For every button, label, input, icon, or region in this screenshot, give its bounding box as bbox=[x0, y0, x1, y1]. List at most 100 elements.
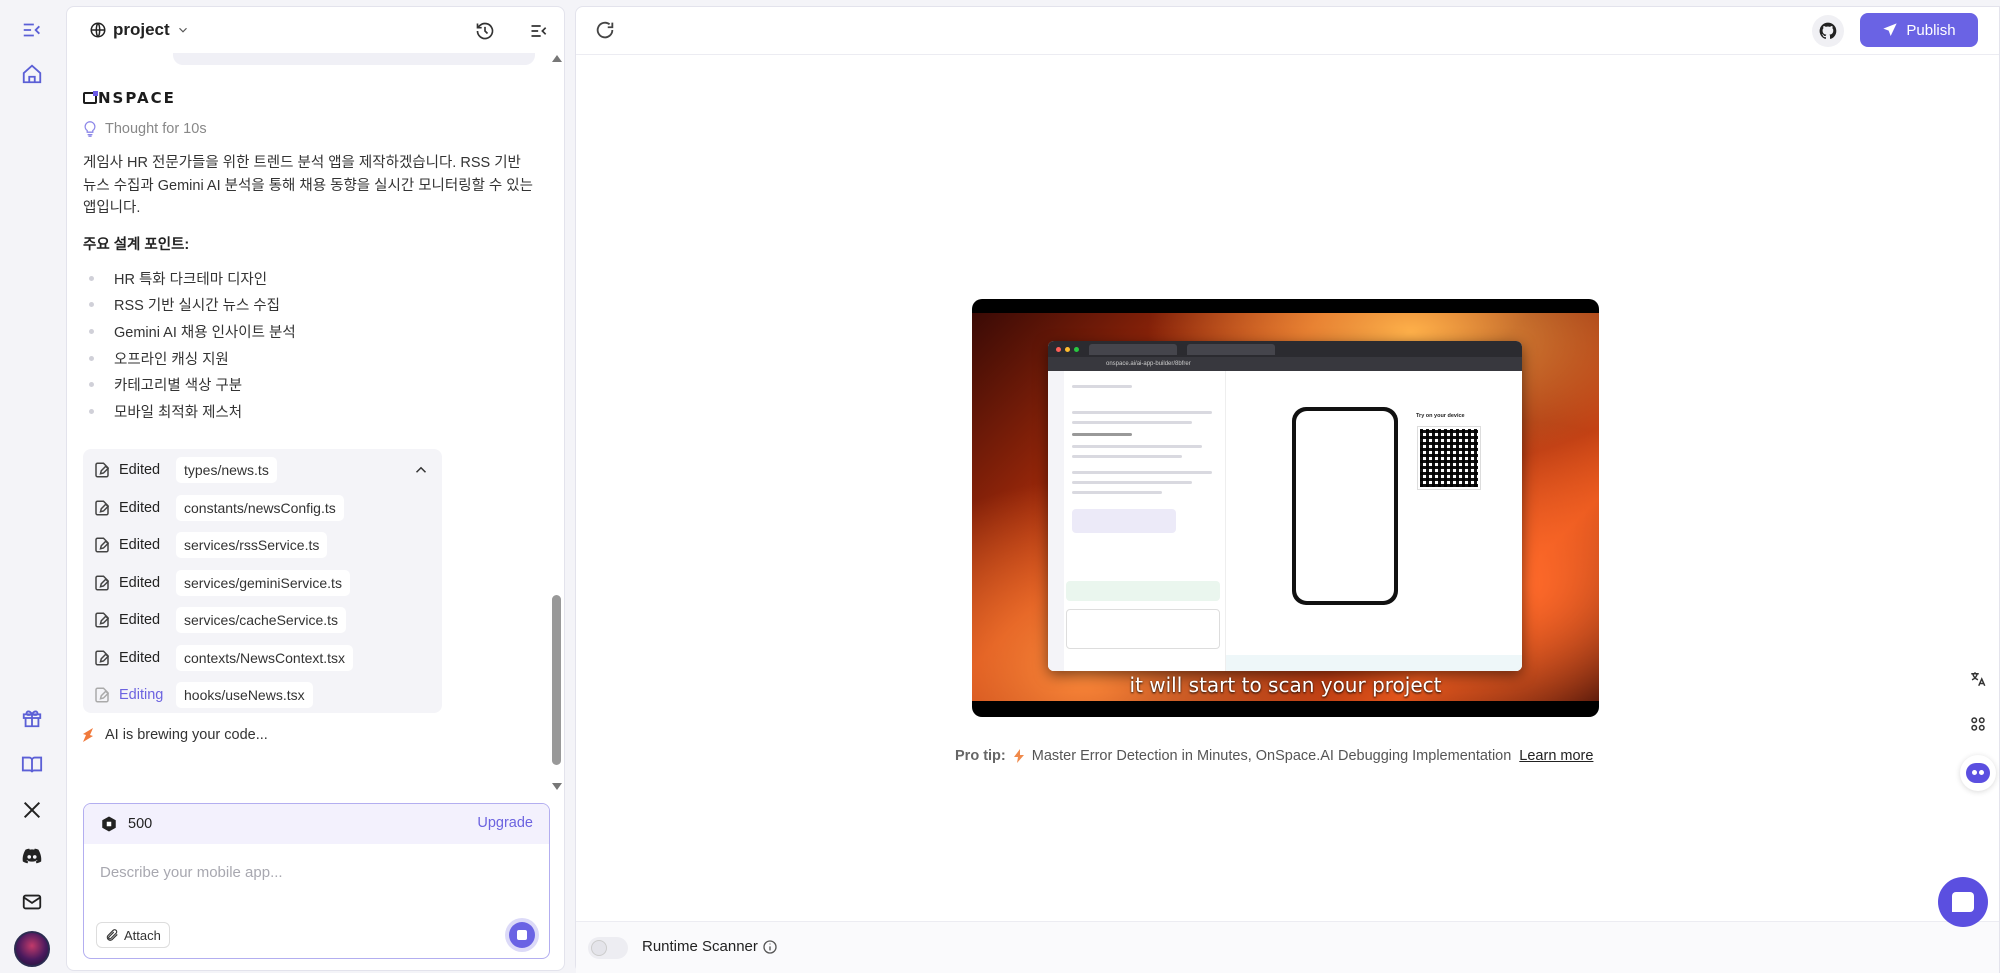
x-twitter-icon[interactable] bbox=[18, 796, 46, 824]
chevron-down-icon bbox=[178, 27, 187, 33]
edit-row[interactable]: Edited services/cacheService.ts bbox=[93, 606, 347, 634]
publish-button[interactable]: Publish bbox=[1860, 13, 1978, 47]
edit-row[interactable]: Edited services/rssService.ts bbox=[93, 531, 328, 559]
github-button[interactable] bbox=[1812, 15, 1844, 47]
left-rail bbox=[0, 0, 64, 973]
scroll-thumb[interactable] bbox=[552, 595, 561, 765]
edit-row[interactable]: Edited contexts/NewsContext.tsx bbox=[93, 644, 354, 672]
edit-row-active[interactable]: Editing hooks/useNews.tsx bbox=[93, 681, 313, 709]
tutorial-video[interactable]: onspace.ai/ai-app-builder/8bfrer Try on … bbox=[972, 299, 1599, 717]
edit-file: services/geminiService.ts bbox=[176, 569, 350, 596]
prompt-composer: 500 Upgrade Attach bbox=[83, 803, 550, 959]
translate-icon[interactable] bbox=[1964, 665, 1992, 693]
chevron-up-icon[interactable] bbox=[412, 461, 430, 479]
video-browser-tabs bbox=[1048, 341, 1522, 357]
send-icon bbox=[1883, 23, 1898, 36]
runtime-scanner-bar: Runtime Scanner bbox=[576, 921, 1999, 973]
support-chat-button[interactable] bbox=[1938, 877, 1988, 927]
edit-verb: Edited bbox=[119, 649, 161, 666]
video-browser-url: onspace.ai/ai-app-builder/8bfrer bbox=[1048, 357, 1522, 371]
book-icon[interactable] bbox=[18, 750, 46, 778]
onspace-logo: NSPACE bbox=[83, 89, 176, 107]
pro-tip: Pro tip: Master Error Detection in Minut… bbox=[955, 748, 1593, 764]
user-avatar[interactable] bbox=[14, 931, 50, 967]
list-item: Gemini AI 채용 인사이트 분석 bbox=[89, 318, 296, 345]
gift-icon[interactable] bbox=[18, 704, 46, 732]
list-item: RSS 기반 실시간 뉴스 수집 bbox=[89, 292, 296, 319]
edit-row[interactable]: Edited services/geminiService.ts bbox=[93, 569, 350, 597]
stop-generation-button[interactable] bbox=[505, 918, 539, 952]
edit-verb: Edited bbox=[119, 537, 161, 553]
video-caption: it will start to scan your project bbox=[1129, 673, 1442, 697]
previous-message-bubble bbox=[173, 53, 535, 65]
file-edit-icon bbox=[93, 536, 111, 554]
file-edits-card: Edited types/news.ts Edited constants/ne… bbox=[83, 449, 442, 713]
bolt-icon bbox=[1013, 749, 1024, 763]
stop-icon bbox=[509, 922, 535, 948]
pro-tip-text: Master Error Detection in Minutes, OnSpa… bbox=[1031, 748, 1512, 764]
preview-toolbar: Publish bbox=[576, 7, 1999, 55]
project-selector[interactable]: project bbox=[89, 20, 190, 40]
lightbulb-icon bbox=[84, 121, 96, 137]
assistant-bot-icon[interactable] bbox=[1960, 755, 1996, 791]
chat-messages: NSPACE Thought for 10s 게임사 HR 전문가들을 위한 트… bbox=[67, 53, 564, 795]
list-item: 카테고리별 색상 구분 bbox=[89, 371, 296, 398]
edit-verb: Edited bbox=[119, 574, 161, 591]
history-icon[interactable] bbox=[473, 19, 497, 43]
preview-panel: Publish onspace.ai/ai-app-builder/8bfrer bbox=[575, 6, 2000, 973]
apps-grid-icon[interactable] bbox=[1964, 710, 1992, 738]
design-points-list: HR 특화 다크테마 디자인 RSS 기반 실시간 뉴스 수집 Gemini A… bbox=[89, 265, 296, 425]
discord-icon[interactable] bbox=[18, 842, 46, 870]
edit-file: services/rssService.ts bbox=[176, 532, 328, 558]
refresh-icon[interactable] bbox=[594, 19, 616, 41]
generation-status: AI is brewing your code... bbox=[83, 727, 268, 743]
home-icon[interactable] bbox=[18, 60, 46, 88]
prompt-input[interactable] bbox=[100, 864, 530, 881]
upgrade-link[interactable]: Upgrade bbox=[477, 815, 533, 831]
edit-file: types/news.ts bbox=[176, 457, 277, 483]
runtime-scanner-toggle[interactable] bbox=[588, 937, 628, 959]
edit-file: hooks/useNews.tsx bbox=[176, 682, 313, 708]
flame-icon bbox=[83, 728, 93, 742]
collapse-sidebar-icon[interactable] bbox=[18, 16, 46, 44]
file-edit-icon bbox=[93, 499, 111, 517]
scroll-down-arrow[interactable] bbox=[552, 783, 562, 790]
chat-header: project bbox=[67, 7, 564, 53]
scroll-up-arrow[interactable] bbox=[552, 55, 562, 62]
video-browser-frame: onspace.ai/ai-app-builder/8bfrer Try on … bbox=[1048, 341, 1522, 671]
file-edit-icon bbox=[93, 686, 111, 704]
credits-icon bbox=[102, 816, 116, 832]
chat-panel: project NSPACE Thought for 10s 게임사 HR 전문… bbox=[66, 6, 565, 971]
list-item: 모바일 최적화 제스처 bbox=[89, 398, 296, 425]
edit-verb: Editing bbox=[119, 687, 164, 703]
info-icon[interactable] bbox=[762, 939, 778, 955]
runtime-scanner-label: Runtime Scanner bbox=[642, 938, 758, 955]
chat-scrollbar[interactable] bbox=[551, 53, 563, 793]
paperclip-icon bbox=[106, 929, 118, 941]
file-edit-icon bbox=[93, 611, 111, 629]
list-item: HR 특화 다크테마 디자인 bbox=[89, 265, 296, 292]
file-edit-icon bbox=[93, 461, 111, 479]
thought-label: Thought for 10s bbox=[105, 121, 207, 137]
design-points-title: 주요 설계 포인트: bbox=[83, 237, 190, 253]
pro-tip-label: Pro tip: bbox=[955, 748, 1006, 764]
video-try-label: Try on your device bbox=[1416, 413, 1465, 419]
attach-button[interactable]: Attach bbox=[96, 922, 170, 948]
credits-count: 500 bbox=[128, 816, 153, 832]
edit-row[interactable]: Edited types/news.ts bbox=[93, 456, 277, 484]
thought-indicator[interactable]: Thought for 10s bbox=[83, 121, 207, 137]
list-item: 오프라인 캐싱 지원 bbox=[89, 345, 296, 372]
chat-bubble-icon bbox=[1952, 892, 1974, 912]
edit-verb: Edited bbox=[119, 499, 161, 516]
edit-verb: Edited bbox=[119, 462, 161, 478]
edit-row[interactable]: Edited constants/newsConfig.ts bbox=[93, 494, 344, 522]
mail-icon[interactable] bbox=[18, 888, 46, 916]
globe-icon bbox=[90, 22, 106, 38]
collapse-chat-icon[interactable] bbox=[527, 19, 551, 43]
publish-label: Publish bbox=[1906, 21, 1956, 39]
learn-more-link[interactable]: Learn more bbox=[1519, 748, 1593, 764]
assistant-intro: 게임사 HR 전문가들을 위한 트렌드 분석 앱을 제작하겠습니다. RSS 기… bbox=[83, 155, 533, 216]
credits-bar: 500 Upgrade bbox=[84, 804, 549, 844]
edit-file: constants/newsConfig.ts bbox=[176, 494, 344, 521]
edit-verb: Edited bbox=[119, 612, 161, 628]
